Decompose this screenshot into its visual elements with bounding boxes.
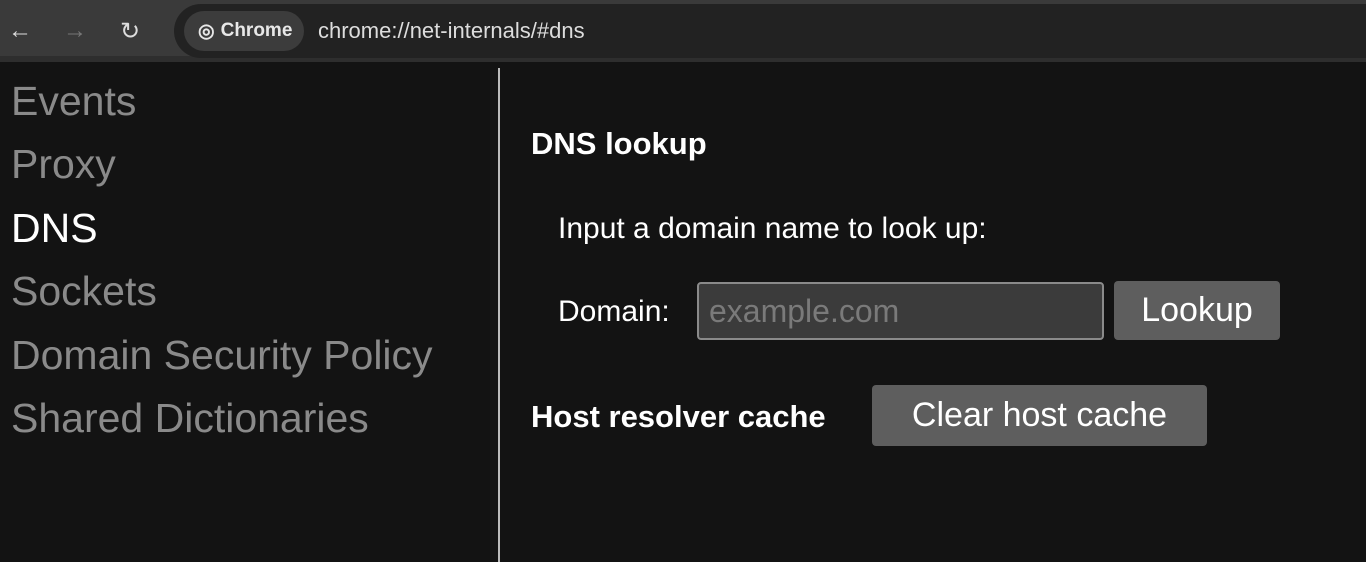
chip-label: Chrome (220, 20, 293, 41)
forward-icon[interactable]: → (63, 17, 87, 45)
browser-toolbar: ← → ↻ ◎ Chrome chrome://net-internals/#dn… (0, 0, 1366, 62)
sidebar-item-domain-security-policy[interactable]: Domain Security Policy (11, 332, 433, 379)
sidebar: Events Proxy DNS Sockets Domain Security… (0, 68, 500, 562)
sidebar-item-proxy[interactable]: Proxy (11, 141, 116, 188)
site-chip[interactable]: ◎ Chrome (184, 11, 304, 51)
sidebar-item-dns[interactable]: DNS (11, 205, 98, 252)
sidebar-item-sockets[interactable]: Sockets (11, 268, 157, 315)
instruction-text: Input a domain name to look up: (558, 212, 987, 245)
chrome-icon: ◎ (198, 20, 215, 42)
domain-input[interactable] (697, 282, 1104, 340)
reload-icon[interactable]: ↻ (120, 17, 140, 46)
domain-label: Domain: (558, 295, 670, 328)
sidebar-item-shared-dictionaries[interactable]: Shared Dictionaries (11, 395, 369, 442)
url-text[interactable]: chrome://net-internals/#dns (318, 18, 585, 44)
lookup-button[interactable]: Lookup (1114, 281, 1280, 340)
sidebar-item-events[interactable]: Events (11, 78, 136, 125)
address-bar[interactable]: ◎ Chrome chrome://net-internals/#dns (174, 4, 1366, 58)
page-title: DNS lookup (531, 126, 707, 161)
clear-host-cache-button[interactable]: Clear host cache (872, 385, 1207, 446)
host-cache-label: Host resolver cache (531, 399, 826, 434)
back-icon[interactable]: ← (8, 17, 32, 45)
